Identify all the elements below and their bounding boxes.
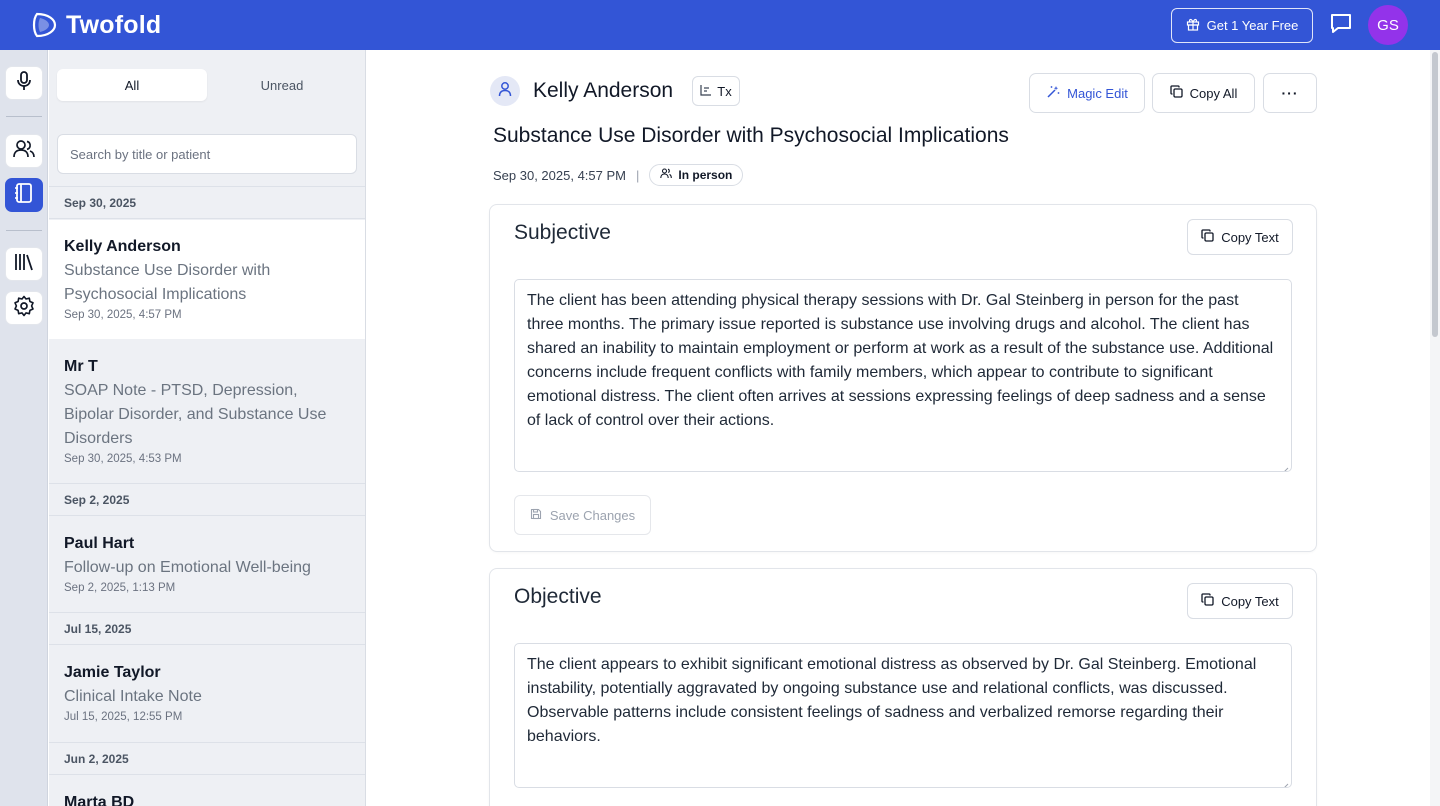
objective-textarea[interactable]: The client appears to exhibit significan… [514, 643, 1292, 788]
tab-all[interactable]: All [57, 69, 207, 101]
list-item[interactable]: Mr T SOAP Note - PTSD, Depression, Bipol… [49, 340, 365, 483]
gear-icon [13, 295, 35, 322]
note-timestamp: Sep 30, 2025, 4:53 PM [64, 453, 182, 465]
note-patient-name: Jamie Taylor [64, 664, 161, 681]
note-patient-name: Paul Hart [64, 535, 135, 552]
patient-name[interactable]: Kelly Anderson [533, 79, 673, 103]
copy-text-button[interactable]: Copy Text [1187, 219, 1293, 255]
notebook-icon [14, 182, 34, 209]
section-heading: Objective [514, 585, 602, 608]
resize-handle-icon[interactable] [1280, 776, 1289, 787]
brand-name: Twofold [66, 10, 162, 39]
note-title: Clinical Intake Note [64, 688, 202, 705]
more-dots-icon: ··· [1281, 85, 1299, 101]
section-text: The client has been attending physical t… [527, 292, 1274, 429]
patient-avatar [490, 76, 520, 106]
date-group-header: Sep 2, 2025 [49, 483, 365, 516]
top-bar: Twofold Get 1 Year Free GS [0, 0, 1440, 50]
resize-handle-icon[interactable] [1280, 460, 1289, 471]
tab-unread[interactable]: Unread [207, 69, 357, 101]
section-text: The client appears to exhibit significan… [527, 656, 1257, 745]
search-input[interactable] [57, 134, 357, 174]
note-title: Follow-up on Emotional Well-being [64, 559, 311, 576]
get-year-free-label: Get 1 Year Free [1206, 18, 1299, 33]
note-meta: Sep 30, 2025, 4:57 PM | In person [493, 164, 744, 186]
chat-icon [1329, 12, 1353, 39]
copy-all-label: Copy All [1189, 85, 1238, 101]
note-patient-name: Mr T [64, 358, 98, 375]
copy-icon [1201, 593, 1214, 609]
copy-icon [1169, 85, 1183, 101]
note-title: Substance Use Disorder with Psychosocial… [64, 262, 271, 303]
chart-icon [700, 84, 712, 99]
list-item[interactable]: Jamie Taylor Clinical Intake Note Jul 15… [49, 646, 365, 742]
list-item[interactable]: Kelly Anderson Substance Use Disorder wi… [49, 220, 365, 339]
copy-icon [1201, 229, 1214, 245]
copy-all-button[interactable]: Copy All [1152, 73, 1255, 113]
library-icon [13, 252, 35, 277]
gift-icon [1186, 17, 1200, 34]
record-button[interactable] [5, 66, 43, 100]
user-avatar[interactable]: GS [1368, 5, 1408, 45]
copy-text-label: Copy Text [1221, 229, 1279, 245]
twofold-logo-icon [30, 11, 58, 39]
subjective-section: Subjective Copy Text The client has been… [489, 204, 1317, 552]
magic-edit-label: Magic Edit [1067, 85, 1128, 101]
list-item[interactable]: Marta BD [49, 776, 365, 806]
patients-icon [13, 139, 35, 164]
library-nav-button[interactable] [5, 247, 43, 281]
section-heading: Subjective [514, 221, 611, 244]
date-group-header: Sep 30, 2025 [49, 186, 365, 219]
note-patient-name: Marta BD [64, 794, 135, 806]
notes-list-panel: All Unread Sep 30, 2025 Kelly Anderson S… [49, 50, 366, 806]
note-timestamp: Sep 30, 2025, 4:57 PM [64, 309, 182, 321]
note-detail: Kelly Anderson Tx Magic Edit Copy All ··… [367, 50, 1430, 806]
notes-nav-button[interactable] [5, 178, 43, 212]
microphone-icon [14, 70, 34, 97]
note-title-heading[interactable]: Substance Use Disorder with Psychosocial… [493, 124, 1009, 148]
patients-nav-button[interactable] [5, 134, 43, 168]
get-year-free-button[interactable]: Get 1 Year Free [1171, 8, 1313, 43]
save-icon [530, 508, 542, 523]
tx-label: Tx [717, 83, 732, 99]
magic-edit-button[interactable]: Magic Edit [1029, 73, 1145, 113]
save-changes-button[interactable]: Save Changes [514, 495, 651, 535]
subjective-textarea[interactable]: The client has been attending physical t… [514, 279, 1292, 472]
date-group-header: Jun 2, 2025 [49, 742, 365, 775]
scrollbar-thumb[interactable] [1432, 52, 1438, 337]
note-datetime: Sep 30, 2025, 4:57 PM [493, 167, 626, 183]
note-title: SOAP Note - PTSD, Depression, Bipolar Di… [64, 382, 327, 447]
note-timestamp: Sep 2, 2025, 1:13 PM [64, 582, 176, 594]
save-changes-label: Save Changes [549, 507, 636, 523]
more-options-button[interactable]: ··· [1263, 73, 1317, 113]
main-scrollbar[interactable] [1430, 50, 1440, 806]
objective-section: Objective Copy Text The client appears t… [489, 568, 1317, 806]
visit-type-label: In person [678, 168, 733, 182]
icon-rail [0, 50, 48, 806]
treatment-plan-button[interactable]: Tx [692, 76, 740, 106]
settings-nav-button[interactable] [5, 291, 43, 325]
magic-wand-icon [1046, 85, 1060, 102]
copy-text-label: Copy Text [1221, 593, 1279, 609]
copy-text-button[interactable]: Copy Text [1187, 583, 1293, 619]
rail-divider [6, 116, 42, 117]
visit-type-badge[interactable]: In person [649, 164, 744, 186]
list-item[interactable]: Paul Hart Follow-up on Emotional Well-be… [49, 517, 365, 612]
people-icon [660, 168, 673, 182]
user-icon [498, 81, 512, 102]
messages-button[interactable] [1326, 11, 1356, 39]
note-timestamp: Jul 15, 2025, 12:55 PM [64, 711, 183, 723]
date-group-header: Jul 15, 2025 [49, 612, 365, 645]
rail-divider [6, 230, 42, 231]
filter-tabs: All Unread [57, 69, 357, 101]
note-patient-name: Kelly Anderson [64, 238, 181, 255]
brand-logo[interactable]: Twofold [30, 11, 161, 40]
meta-separator: | [635, 167, 640, 183]
